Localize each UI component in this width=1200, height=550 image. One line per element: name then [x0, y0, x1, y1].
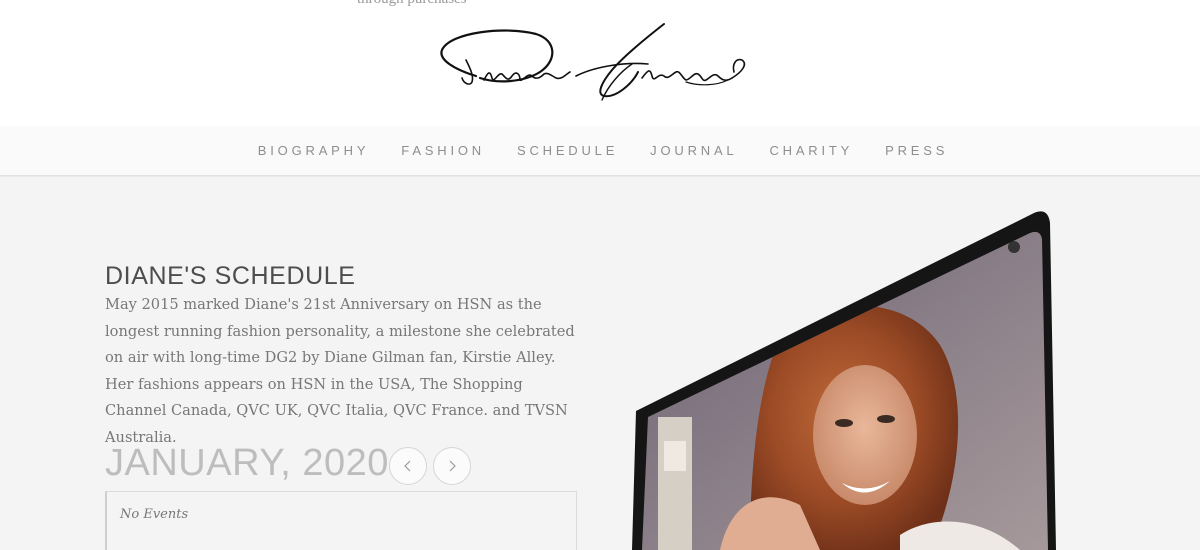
schedule-description: May 2015 marked Diane's 21st Anniversary…	[105, 296, 575, 446]
events-list: No Events	[105, 491, 577, 550]
next-month-button[interactable]	[433, 447, 471, 485]
no-events-message: No Events	[120, 507, 189, 522]
header: through purchases	[0, 0, 1200, 126]
nav-item-biography[interactable]: BIOGRAPHY	[258, 143, 370, 158]
signature-logo[interactable]	[436, 20, 748, 106]
hero-monitor-image	[600, 205, 1080, 550]
nav-item-journal[interactable]: JOURNAL	[650, 143, 737, 158]
nav-item-schedule[interactable]: SCHEDULE	[517, 143, 618, 158]
previous-month-button[interactable]	[389, 447, 427, 485]
month-label: JANUARY, 2020	[105, 442, 389, 484]
schedule-title: DIANE'S SCHEDULE	[105, 262, 356, 290]
chevron-left-icon	[404, 460, 411, 472]
chevron-right-icon	[449, 460, 456, 472]
cut-off-text: through purchases	[357, 0, 467, 8]
nav-item-fashion[interactable]: FASHION	[401, 143, 485, 158]
nav-item-charity[interactable]: CHARITY	[769, 143, 853, 158]
nav-item-press[interactable]: PRESS	[885, 143, 948, 158]
main-navigation: BIOGRAPHY FASHION SCHEDULE JOURNAL CHARI…	[0, 126, 1200, 176]
